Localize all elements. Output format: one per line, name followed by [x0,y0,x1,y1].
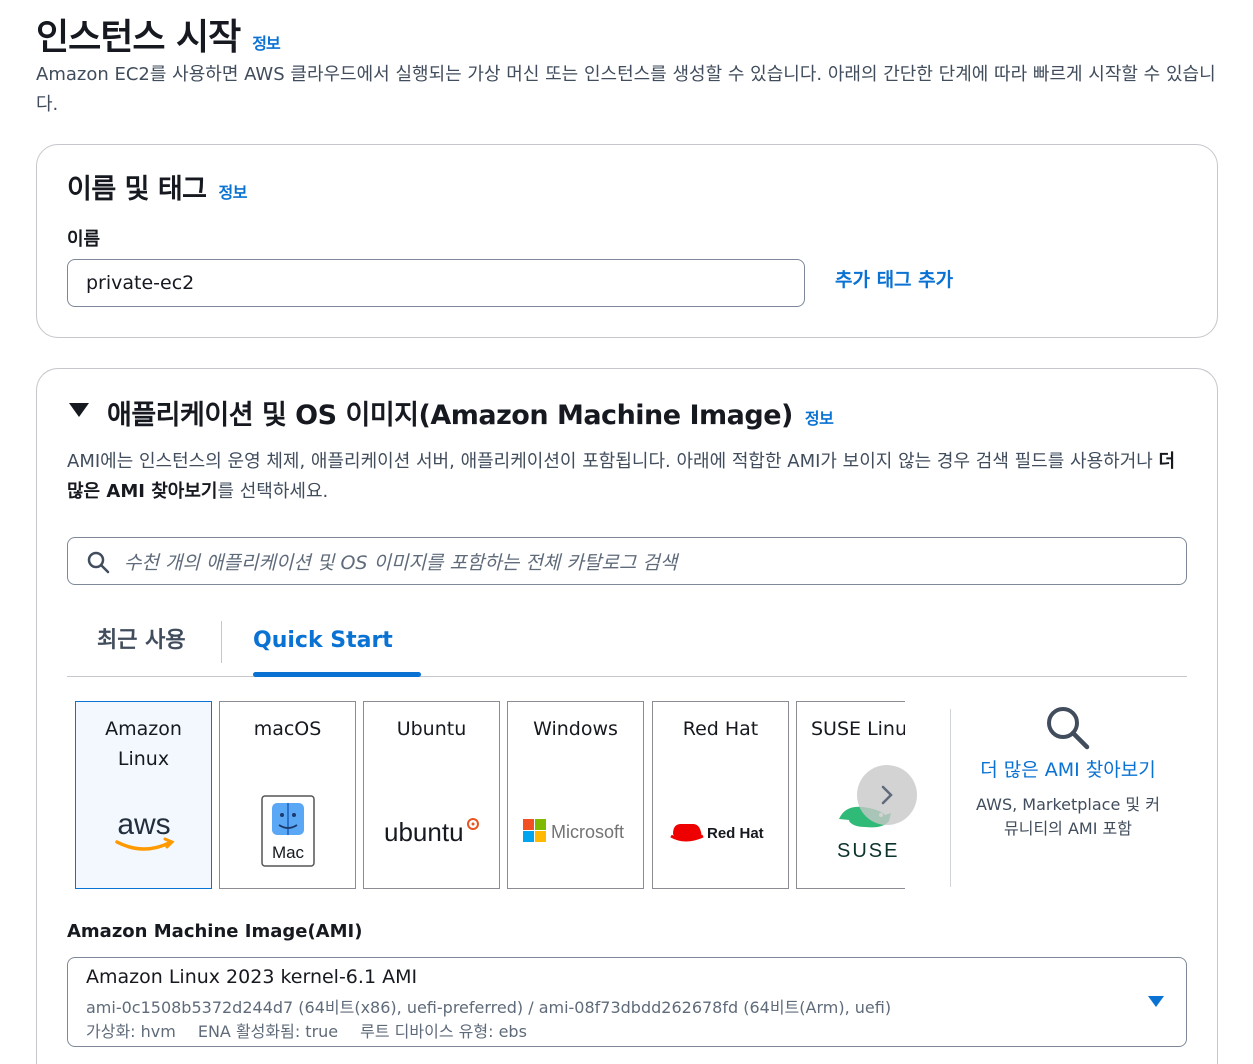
search-icon [87,551,110,574]
name-label: 이름 [67,229,101,250]
card-windows[interactable]: Windows Microsoft [507,701,644,889]
page-info-link[interactable]: 정보 [252,34,280,53]
cards-scroll-next-button[interactable] [857,765,917,825]
card-red-hat[interactable]: Red Hat Red Hat [652,701,789,889]
more-divider [950,709,951,887]
ami-selected-meta: 가상화: hvm ENA 활성화됨: true 루트 디바이스 유형: ebs [86,1022,527,1041]
name-tags-panel: 이름 및 태그 정보 이름 private-ec2 추가 태그 추가 [36,144,1218,338]
svg-text:SUSE: SUSE [837,840,899,861]
ami-section-title: 애플리케이션 및 OS 이미지(Amazon Machine Image) 정보 [107,400,834,431]
aws-logo-icon: aws [76,796,211,866]
ubuntu-logo-icon: ubuntu [364,796,499,866]
browse-more-ami-sub: AWS, Marketplace 및 커뮤니티의 AMI 포함 [976,795,1160,838]
caret-down-icon [1148,996,1164,1007]
add-tag-link[interactable]: 추가 태그 추가 [835,265,953,292]
chevron-right-icon [881,785,893,805]
ami-tabs: 최근 사용 Quick Start [67,609,1187,677]
ami-panel: 애플리케이션 및 OS 이미지(Amazon Machine Image) 정보 … [36,368,1218,1064]
card-ubuntu[interactable]: Ubuntu ubuntu [363,701,500,889]
ami-selected-name: Amazon Linux 2023 kernel-6.1 AMI [86,966,418,988]
name-input[interactable]: private-ec2 [67,259,805,307]
triangle-down-icon[interactable] [69,403,89,417]
svg-text:ubuntu: ubuntu [384,817,464,847]
browse-more-ami: 더 많은 AMI 찾아보기 AWS, Marketplace 및 커뮤니티의 A… [975,705,1161,841]
svg-text:aws: aws [117,808,170,841]
browse-more-ami-link[interactable]: 더 많은 AMI 찾아보기 [975,755,1161,785]
card-macos[interactable]: macOS Mac [219,701,356,889]
mac-logo-icon: Mac [220,795,355,867]
search-icon[interactable] [1045,705,1091,751]
svg-text:Mac: Mac [271,843,304,862]
search-placeholder: 수천 개의 애플리케이션 및 OS 이미지를 포함하는 전체 카탈로그 검색 [124,552,678,574]
svg-text:Microsoft: Microsoft [551,822,624,842]
name-tags-title: 이름 및 태그 정보 [67,174,248,205]
name-tags-info-link[interactable]: 정보 [219,183,248,202]
page-description: Amazon EC2를 사용하면 AWS 클라우드에서 실행되는 가상 머신 또… [36,64,1216,115]
redhat-logo-icon: Red Hat [653,796,788,866]
ami-info-link[interactable]: 정보 [805,409,834,428]
tab-quick-start[interactable]: Quick Start [253,609,421,677]
ami-description: AMI에는 인스턴스의 운영 체제, 애플리케이션 서버, 애플리케이션이 포함… [67,451,1176,502]
ami-select[interactable]: Amazon Linux 2023 kernel-6.1 AMI ami-0c1… [67,957,1187,1047]
tab-divider [221,621,222,663]
quick-start-cards: Amazon Linux aws macOS Mac Ubuntu ubuntu… [75,701,905,891]
svg-text:Red Hat: Red Hat [707,825,764,842]
card-amazon-linux[interactable]: Amazon Linux aws [75,701,212,889]
ami-selected-ids: ami-0c1508b5372d244d7 (64비트(x86), uefi-p… [86,998,892,1017]
tab-recent[interactable]: 최근 사용 [97,609,186,677]
ami-search-input[interactable]: 수천 개의 애플리케이션 및 OS 이미지를 포함하는 전체 카탈로그 검색 [67,537,1187,585]
ami-label: Amazon Machine Image(AMI) [67,921,363,942]
microsoft-logo-icon: Microsoft [508,796,643,866]
page-title: 인스턴스 시작 정보 [36,17,281,58]
